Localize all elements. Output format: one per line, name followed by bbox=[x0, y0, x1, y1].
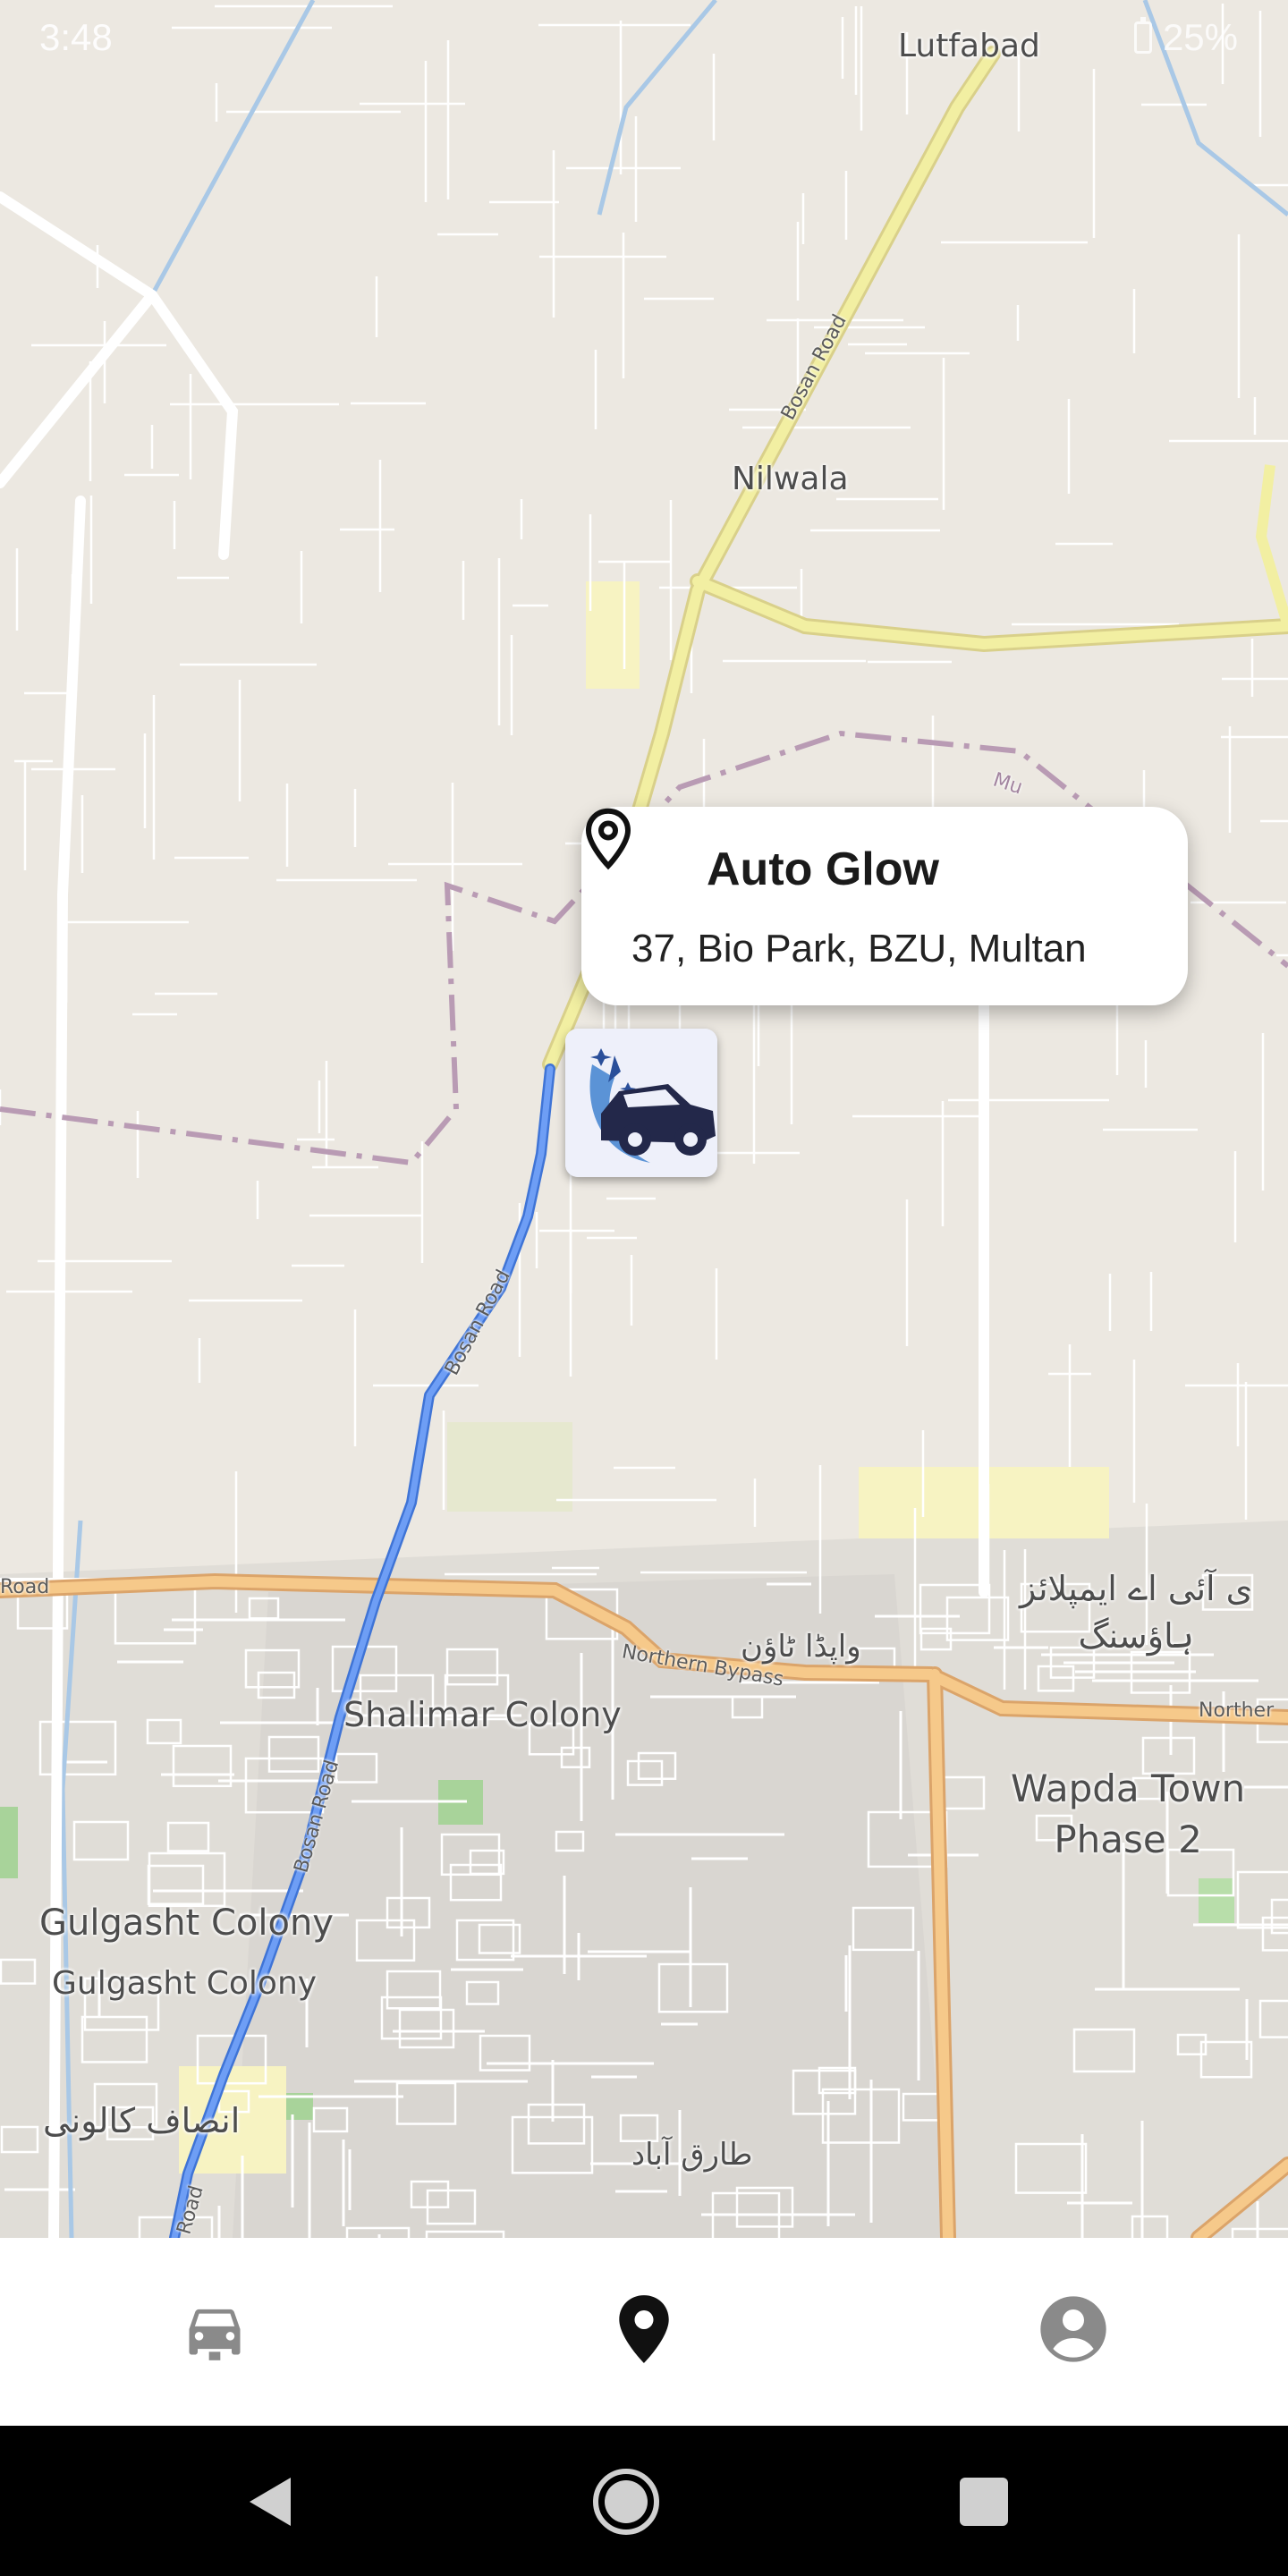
status-battery: 25% bbox=[1133, 16, 1238, 59]
recent-apps-icon[interactable] bbox=[944, 2462, 1024, 2542]
map-label-tariq-abad: طارق آباد bbox=[631, 2137, 753, 2173]
map-label-gulgasht-colony-1: Gulgasht Colony bbox=[39, 1902, 334, 1944]
location-info-card[interactable]: Auto Glow 37, Bio Park, BZU, Multan bbox=[581, 807, 1188, 1005]
map-label-wapda-town: Wapda Town Phase 2 bbox=[1011, 1767, 1246, 1861]
location-pin-icon bbox=[585, 808, 631, 870]
road-label-road-left: Road bbox=[0, 1576, 50, 1598]
back-icon[interactable] bbox=[228, 2462, 309, 2542]
system-navigation-bar bbox=[0, 2426, 1288, 2576]
map-label-nilwala: Nilwala bbox=[732, 461, 849, 497]
status-time: 3:48 bbox=[39, 16, 113, 58]
map-view[interactable]: Lutfabad Nilwala Shalimar Colony Gulgash… bbox=[0, 0, 1288, 2238]
bottom-navigation-bar bbox=[0, 2238, 1288, 2426]
nav-item-map[interactable] bbox=[599, 2284, 689, 2374]
location-address: 37, Bio Park, BZU, Multan bbox=[631, 927, 1087, 970]
map-label-shalimar-colony: Shalimar Colony bbox=[343, 1695, 622, 1734]
nav-item-cars[interactable] bbox=[170, 2284, 259, 2374]
car-wash-logo-icon bbox=[565, 1029, 717, 1177]
location-title: Auto Glow bbox=[707, 843, 939, 895]
map-label-gulgasht-colony-2: Gulgasht Colony bbox=[52, 1965, 318, 2002]
home-icon[interactable] bbox=[586, 2462, 666, 2542]
nav-item-profile[interactable] bbox=[1029, 2284, 1118, 2374]
battery-icon bbox=[1133, 17, 1152, 54]
car-icon bbox=[189, 2309, 241, 2360]
road-label-northern-bypass-2: Norther bbox=[1199, 1699, 1275, 1722]
account-circle-icon bbox=[1040, 2296, 1106, 2362]
map-label-insaf-colony: انصاف کالونی bbox=[43, 2101, 241, 2140]
map-label-employees-housing: ی آئی اے ایمپلائز ہاؤسنگ bbox=[1020, 1569, 1253, 1657]
battery-level: 25% bbox=[1162, 16, 1238, 58]
map-label-wapda-urdu: واپڈا ٹاؤن bbox=[741, 1629, 861, 1665]
status-bar: 3:48 25% bbox=[0, 0, 1288, 73]
car-wash-marker[interactable] bbox=[565, 1029, 717, 1177]
location-pin-icon bbox=[619, 2295, 669, 2363]
